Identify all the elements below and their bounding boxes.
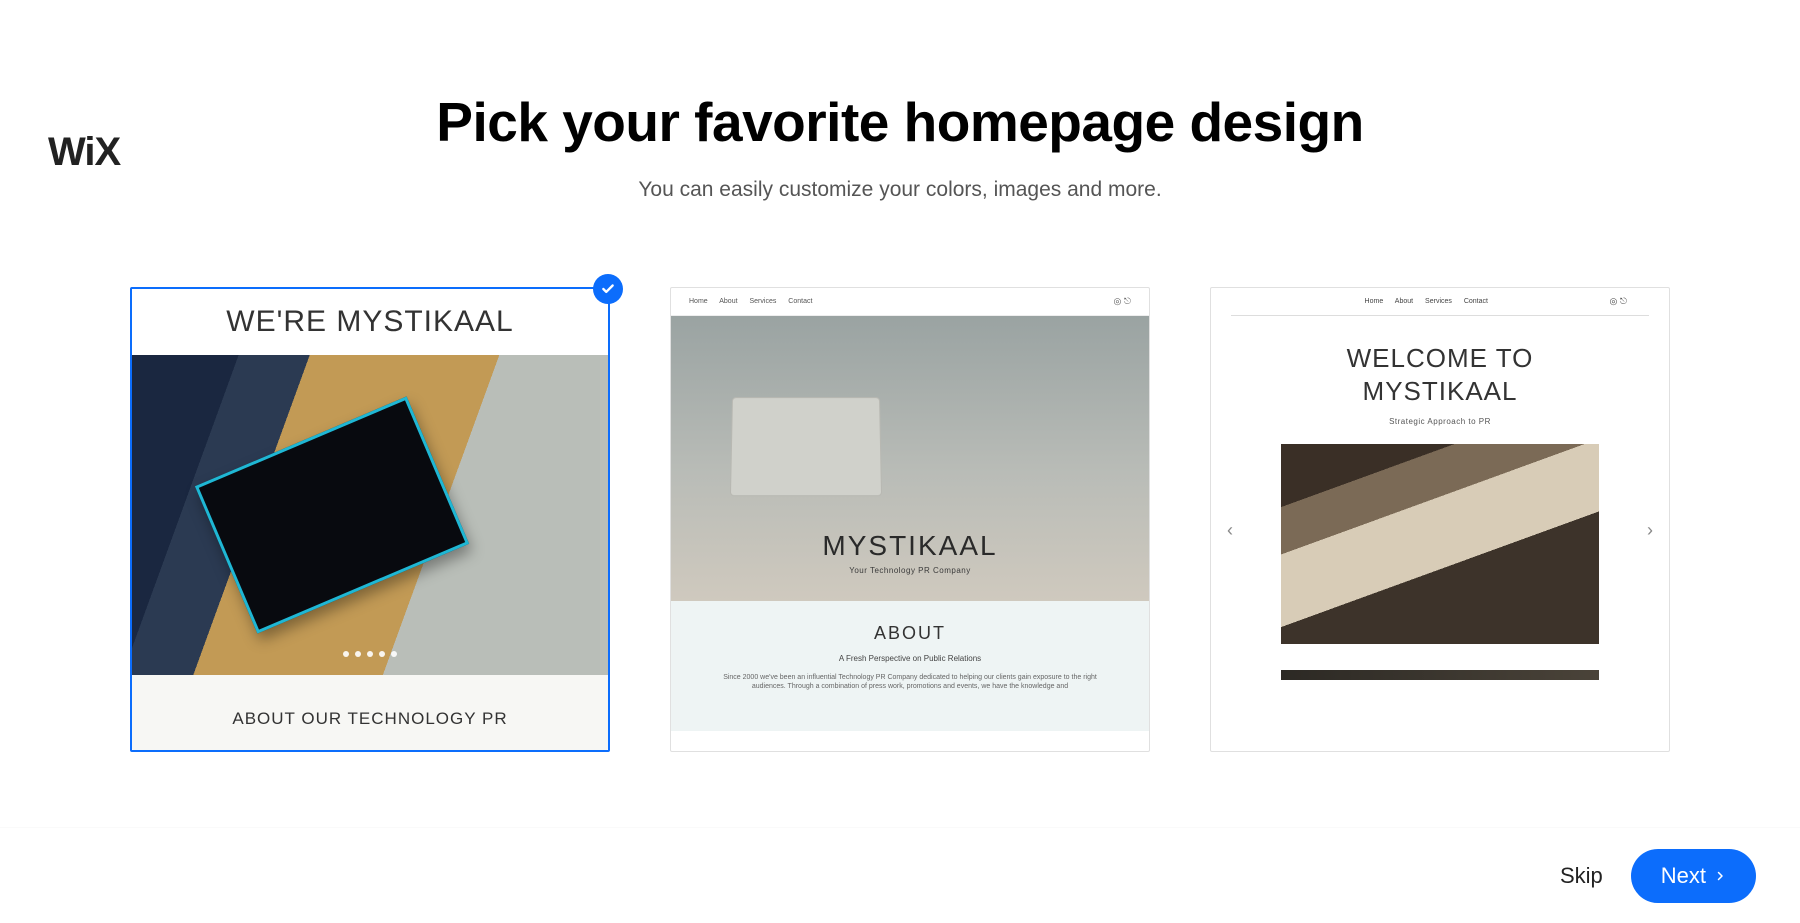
template1-about-heading: ABOUT OUR TECHNOLOGY PR bbox=[132, 675, 608, 750]
template-card-2[interactable]: Home About Services Contact ◎ ⎋ MYSTIKAA… bbox=[670, 287, 1150, 752]
page-subtitle: You can easily customize your colors, im… bbox=[0, 178, 1800, 202]
template2-nav-about: About bbox=[719, 298, 737, 305]
template-card-1[interactable]: WE'RE MYSTIKAAL ABOUT OUR TECHNOLOGY PR bbox=[130, 287, 610, 752]
template2-about-text: Since 2000 we've been an influential Tec… bbox=[711, 673, 1109, 691]
template2-nav: Home About Services Contact ◎ ⎋ bbox=[671, 288, 1149, 316]
template3-nav-services: Services bbox=[1425, 298, 1452, 305]
wix-logo: WiX bbox=[48, 130, 120, 175]
template-card-3[interactable]: Home About Services Contact ◎ ⎋ WELCOME … bbox=[1210, 287, 1670, 752]
template2-nav-contact: Contact bbox=[788, 298, 812, 305]
template2-about-heading: ABOUT bbox=[711, 623, 1109, 644]
template2-about-section: ABOUT A Fresh Perspective on Public Rela… bbox=[671, 601, 1149, 731]
template3-next-arrow[interactable]: › bbox=[1647, 520, 1653, 541]
template2-hero-image: MYSTIKAAL Your Technology PR Company bbox=[671, 316, 1149, 601]
next-button[interactable]: Next bbox=[1631, 849, 1756, 903]
template3-next-image-strip bbox=[1281, 670, 1599, 680]
template1-title: WE'RE MYSTIKAAL bbox=[132, 289, 608, 355]
template2-nav-home: Home bbox=[689, 298, 708, 305]
template-cards-row: WE'RE MYSTIKAAL ABOUT OUR TECHNOLOGY PR … bbox=[0, 287, 1800, 752]
skip-button[interactable]: Skip bbox=[1560, 863, 1603, 889]
template3-prev-arrow[interactable]: ‹ bbox=[1227, 520, 1233, 541]
template3-nav-social-icons: ◎ ⎋ bbox=[1610, 296, 1627, 307]
template3-hero-image bbox=[1281, 444, 1599, 644]
template2-about-sub: A Fresh Perspective on Public Relations bbox=[711, 654, 1109, 663]
chevron-right-icon bbox=[1714, 870, 1726, 882]
template3-title-line2: MYSTIKAAL bbox=[1363, 376, 1518, 406]
template3-nav-about: About bbox=[1395, 298, 1413, 305]
template2-nav-social-icons: ◎ ⎋ bbox=[1114, 296, 1131, 307]
template1-tablet-graphic bbox=[195, 396, 469, 633]
heading-block: Pick your favorite homepage design You c… bbox=[0, 90, 1800, 202]
template3-subtitle: Strategic Approach to PR bbox=[1231, 417, 1649, 426]
bottom-fade-overlay bbox=[0, 787, 1800, 827]
footer-bar: Skip Next bbox=[0, 827, 1800, 923]
template3-nav: Home About Services Contact ◎ ⎋ bbox=[1231, 288, 1649, 316]
selected-check-icon bbox=[593, 274, 623, 304]
template2-tagline: Your Technology PR Company bbox=[849, 566, 971, 575]
template2-brand: MYSTIKAAL bbox=[822, 530, 997, 562]
template3-title-line1: WELCOME TO bbox=[1347, 343, 1534, 373]
template2-laptop-graphic bbox=[730, 397, 882, 496]
page-title: Pick your favorite homepage design bbox=[0, 90, 1800, 154]
template3-nav-home: Home bbox=[1365, 298, 1384, 305]
template1-carousel-dots bbox=[343, 651, 397, 657]
template3-nav-contact: Contact bbox=[1464, 298, 1488, 305]
template3-heading: WELCOME TO MYSTIKAAL Strategic Approach … bbox=[1211, 316, 1669, 444]
next-button-label: Next bbox=[1661, 863, 1706, 889]
template2-nav-services: Services bbox=[750, 298, 777, 305]
template1-hero-image bbox=[132, 355, 608, 675]
